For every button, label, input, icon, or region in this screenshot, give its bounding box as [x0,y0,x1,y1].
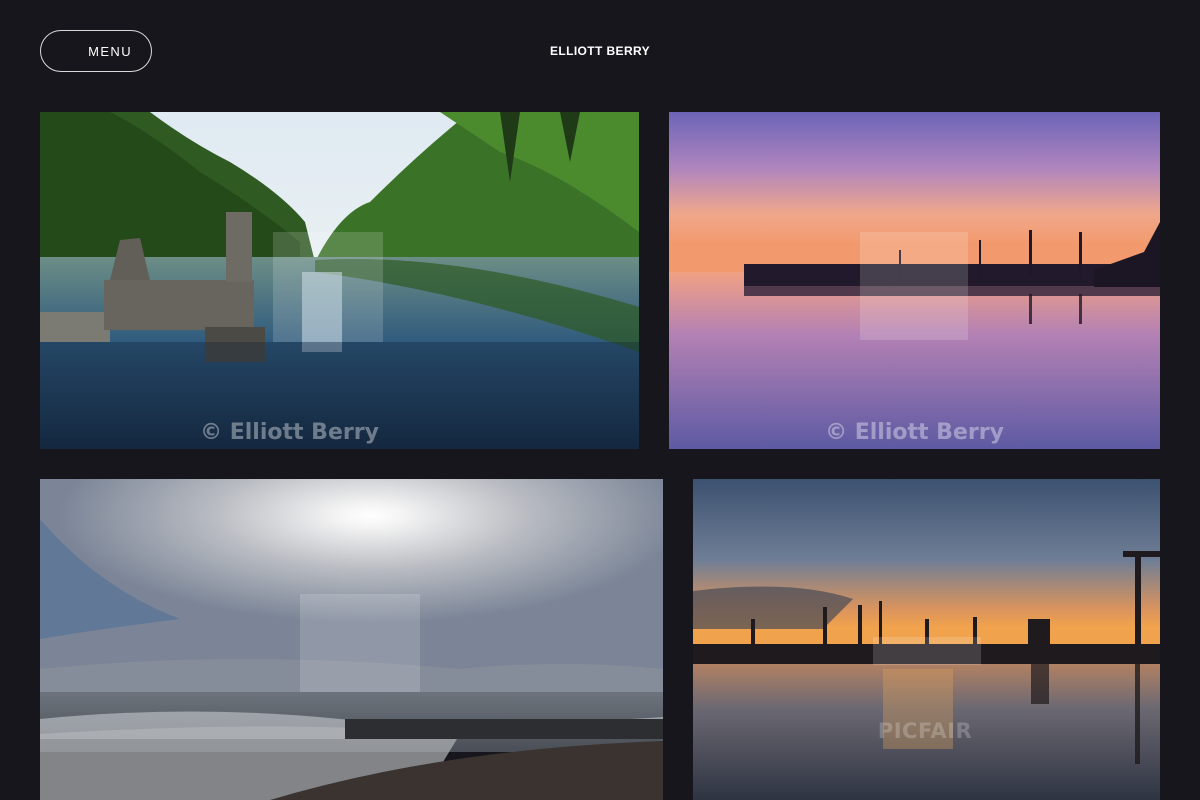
seaside-photo-image [40,479,663,800]
gallery-photo-river[interactable]: © Elliott Berry [40,112,639,449]
gallery-photo-harbour[interactable]: © Elliott Berry [669,112,1160,449]
river-photo-image [40,112,639,449]
gallery-photo-seaside[interactable] [40,479,663,800]
port-photo-image [693,479,1160,800]
gallery-photo-port[interactable]: PICFAIR [693,479,1160,800]
harbour-photo-image [669,112,1160,449]
site-title[interactable]: ELLIOTT BERRY [0,44,1200,58]
